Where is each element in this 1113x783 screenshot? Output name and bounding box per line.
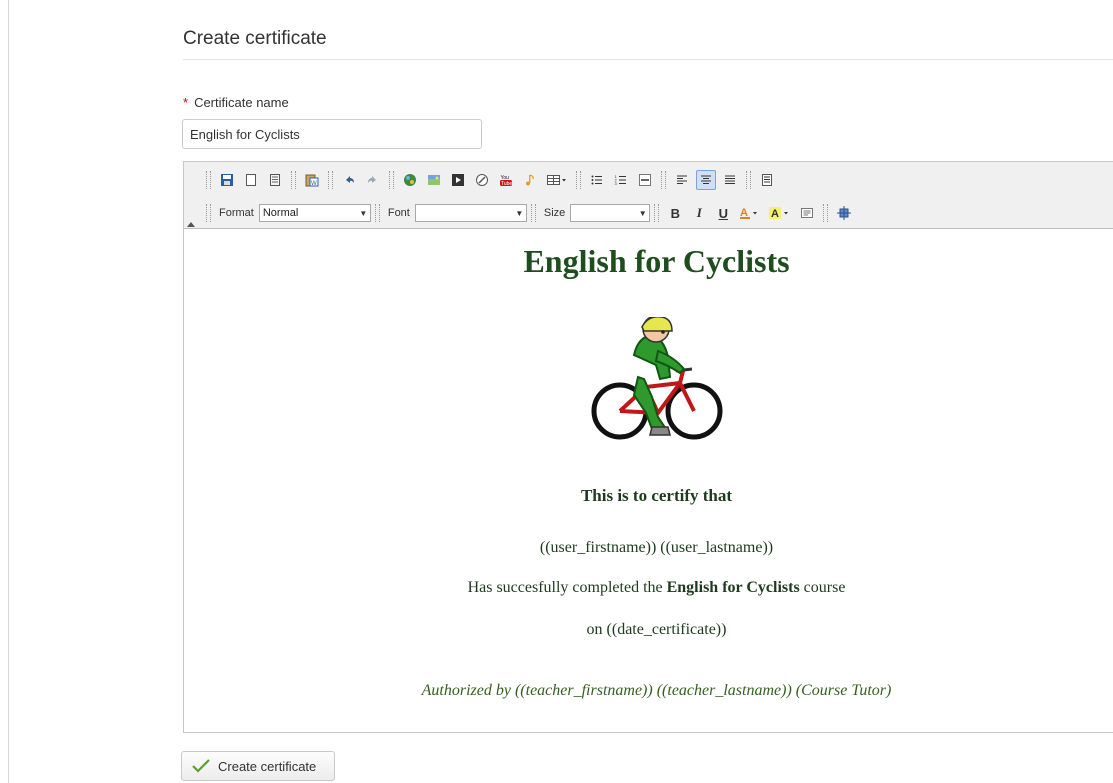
media-icon[interactable]: [472, 170, 492, 190]
audio-icon[interactable]: [520, 170, 540, 190]
certificate-name-input[interactable]: [182, 119, 482, 149]
create-certificate-button[interactable]: Create certificate: [181, 751, 335, 781]
completed-course-name: English for Cyclists: [666, 579, 800, 596]
youtube-icon[interactable]: You Tube: [496, 170, 516, 190]
toolbar-separator: [661, 171, 666, 189]
svg-text:A: A: [771, 208, 779, 220]
chevron-down-icon: ▼: [359, 208, 368, 218]
size-select[interactable]: ▼: [570, 204, 651, 222]
font-label: Font: [387, 207, 410, 219]
completed-text: Has succesfully completed the English fo…: [184, 579, 1113, 597]
templates-small-icon[interactable]: [797, 203, 817, 223]
align-right-icon[interactable]: [720, 170, 740, 190]
underline-button[interactable]: U: [713, 203, 733, 223]
left-border: [8, 0, 9, 783]
toolbar-separator: [328, 171, 333, 189]
toolbar-separator: [654, 204, 660, 222]
chevron-down-icon: ▼: [638, 208, 647, 218]
source-icon[interactable]: [757, 170, 777, 190]
redo-icon[interactable]: [363, 170, 383, 190]
maximize-icon[interactable]: [834, 203, 854, 223]
paste-from-word-icon[interactable]: W: [302, 170, 322, 190]
numbered-list-icon[interactable]: 123: [611, 170, 631, 190]
editor-toolbar: W You Tube 123 Format Normal ▼ Font ▼ Si…: [184, 162, 1113, 229]
image-icon[interactable]: [424, 170, 444, 190]
svg-text:3: 3: [615, 181, 618, 186]
align-center-icon[interactable]: [696, 170, 716, 190]
checkmark-icon: [192, 759, 210, 773]
toolbar-separator: [389, 171, 394, 189]
italic-button[interactable]: I: [689, 203, 709, 223]
toolbar-row-2: Format Normal ▼ Font ▼ Size ▼ B I U A A: [202, 201, 856, 225]
save-icon[interactable]: [217, 170, 237, 190]
completed-suffix: course: [799, 579, 846, 596]
svg-text:Tube: Tube: [501, 181, 512, 187]
background-color-icon[interactable]: A: [767, 203, 793, 223]
format-select[interactable]: Normal ▼: [258, 204, 371, 222]
horizontal-rule-icon[interactable]: [635, 170, 655, 190]
date-placeholder-text: on ((date_certificate)): [586, 621, 727, 638]
page-title: Create certificate: [183, 28, 327, 49]
user-placeholder-text: ((user_firstname)) ((user_lastname)): [539, 539, 774, 556]
templates-icon[interactable]: [265, 170, 285, 190]
toolbar-separator: [206, 204, 211, 222]
bulleted-list-icon[interactable]: [587, 170, 607, 190]
toolbar-separator: [746, 171, 751, 189]
title-divider: [183, 59, 1113, 60]
table-icon[interactable]: [544, 170, 570, 190]
required-marker: *: [183, 95, 189, 110]
toolbar-separator: [206, 171, 211, 189]
cyclist-image: [591, 317, 723, 440]
align-left-icon[interactable]: [672, 170, 692, 190]
size-label: Size: [543, 207, 566, 219]
toolbar-separator: [823, 204, 829, 222]
flash-icon[interactable]: [448, 170, 468, 190]
collapse-toolbar-icon[interactable]: [187, 222, 195, 227]
certificate-name-label: * Certificate name: [183, 95, 289, 110]
text-color-icon[interactable]: A: [737, 203, 763, 223]
certificate-title: English for Cyclists: [523, 243, 790, 279]
svg-text:W: W: [311, 181, 317, 187]
new-page-icon[interactable]: [241, 170, 261, 190]
toolbar-separator: [530, 204, 536, 222]
undo-icon[interactable]: [339, 170, 359, 190]
toolbar-separator: [291, 171, 296, 189]
format-value: Normal: [262, 207, 299, 219]
authorized-text: Authorized by ((teacher_firstname)) ((te…: [421, 682, 892, 699]
toolbar-separator: [576, 171, 581, 189]
font-select[interactable]: ▼: [414, 204, 527, 222]
toolbar-row-1: W You Tube 123: [202, 168, 779, 192]
certify-text: This is to certify that: [580, 486, 733, 505]
editor-content[interactable]: English for Cyclists This is to certify …: [184, 229, 1113, 732]
image-manager-icon[interactable]: [400, 170, 420, 190]
bold-button[interactable]: B: [665, 203, 685, 223]
toolbar-separator: [374, 204, 380, 222]
completed-prefix: Has succesfully completed the: [467, 579, 667, 596]
create-certificate-label: Create certificate: [218, 758, 317, 774]
rich-text-editor: W You Tube 123 Format Normal ▼ Font ▼ Si…: [183, 161, 1113, 733]
format-label: Format: [219, 207, 254, 219]
certificate-name-label-text: Certificate name: [194, 95, 289, 110]
chevron-down-icon: ▼: [515, 208, 524, 218]
